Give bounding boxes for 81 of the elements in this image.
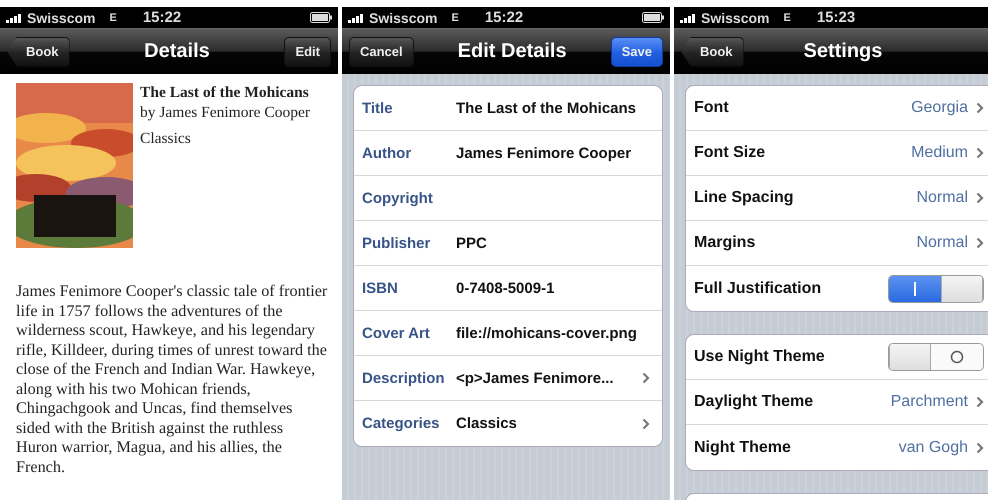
- screen-title: Details: [144, 40, 210, 63]
- field-value: PPC: [456, 234, 487, 252]
- setting-value: Normal: [916, 234, 968, 252]
- setting-label: Use Night Theme: [694, 348, 825, 366]
- chevron-icon: [976, 192, 984, 204]
- field-value: James Fenimore Cooper: [456, 144, 632, 162]
- form-row[interactable]: Categories Classics: [354, 401, 662, 446]
- carrier-name: Swisscom: [369, 10, 438, 26]
- setting-label: Daylight Theme: [694, 393, 814, 411]
- chevron-icon: [976, 442, 984, 454]
- setting-label: Night Theme: [694, 438, 791, 456]
- cancel-button[interactable]: Cancel: [349, 36, 414, 66]
- back-button[interactable]: Book: [7, 36, 70, 66]
- signal-icon: [6, 12, 23, 22]
- setting-value: van Gogh: [898, 438, 968, 456]
- field-label: Description: [362, 370, 446, 386]
- back-button[interactable]: Book: [681, 36, 744, 66]
- carrier-name: Swisscom: [701, 10, 770, 26]
- settings-row[interactable]: Margins Normal: [686, 221, 988, 266]
- field-value: file://mohicans-cover.png: [456, 324, 637, 342]
- form-row[interactable]: Description <p>James Fenimore...: [354, 356, 662, 401]
- settings-row[interactable]: Line Spacing Normal: [686, 176, 988, 221]
- book-title: The Last of the Mohicans: [140, 84, 310, 102]
- field-label: Title: [362, 100, 394, 116]
- chevron-icon: [976, 396, 984, 408]
- setting-label: Full Justification: [694, 280, 822, 298]
- field-label: Author: [362, 144, 412, 162]
- setting-label: Line Spacing: [694, 189, 794, 207]
- battery-icon: [642, 12, 664, 23]
- book-author: by James Fenimore Cooper: [140, 104, 310, 122]
- carrier-name: Swisscom: [27, 10, 96, 26]
- settings-row[interactable]: Full Justification: [686, 266, 988, 311]
- settings-row[interactable]: Font Size Medium: [686, 131, 988, 176]
- form-row[interactable]: Publisher PPC: [354, 221, 662, 266]
- network-type: E: [451, 12, 459, 24]
- edit-button[interactable]: Edit: [284, 36, 331, 66]
- settings-row[interactable]: Night Theme van Gogh: [686, 425, 988, 470]
- setting-label: Font: [694, 99, 729, 117]
- settings-row[interactable]: Use Night Theme: [686, 335, 988, 380]
- form-row[interactable]: ISBN 0-7408-5009-1: [354, 266, 662, 311]
- toggle-switch[interactable]: [888, 343, 984, 371]
- field-value: Classics: [456, 415, 517, 432]
- form-row[interactable]: Title The Last of the Mohicans: [354, 86, 662, 131]
- setting-value: Georgia: [911, 99, 968, 117]
- status-time: 15:23: [816, 9, 856, 26]
- setting-label: Margins: [694, 234, 756, 252]
- signal-icon: [680, 12, 697, 22]
- battery-icon: [310, 12, 332, 23]
- network-type: E: [783, 12, 791, 24]
- screen-title: Edit Details: [458, 40, 567, 63]
- setting-value: Parchment: [890, 393, 968, 411]
- form-row[interactable]: Copyright: [354, 176, 662, 221]
- field-value: The Last of the Mohicans: [456, 100, 636, 116]
- status-time: 15:22: [484, 9, 524, 26]
- book-description: James Fenimore Cooper's classic tale of frontier life in 1757 follows the adventures of the wilderness scout, Hawkeye, and his legendary rifle, Killdeer, during times of unrest toward the close of the French and Indian War. Hawkeye, along with his two Mohican friends, Chingachgook and Uncas, find themselves sided with the British against the ruthless Huron warrior, Magua, and his allies, the French.: [16, 282, 328, 477]
- book-category: Classics: [140, 130, 192, 148]
- setting-value: Medium: [911, 144, 968, 162]
- field-label: ISBN: [362, 280, 399, 296]
- field-value: <p>James Fenimore...: [456, 370, 614, 386]
- field-label: Categories: [362, 415, 441, 432]
- form-row[interactable]: Cover Art file://mohicans-cover.png: [354, 311, 662, 356]
- field-label: Copyright: [362, 190, 434, 206]
- status-time: 15:22: [142, 9, 182, 26]
- chevron-icon: [976, 237, 984, 249]
- chevron-icon: [976, 147, 984, 159]
- field-value: 0-7408-5009-1: [456, 280, 554, 296]
- chevron-icon: [976, 102, 984, 114]
- setting-label: Font Size: [694, 144, 766, 162]
- network-type: E: [109, 12, 117, 24]
- save-button[interactable]: Save: [610, 36, 663, 66]
- field-label: Publisher: [362, 234, 432, 252]
- signal-icon: [348, 12, 365, 22]
- settings-row[interactable]: Daylight Theme Parchment: [686, 380, 988, 425]
- toggle-switch[interactable]: [888, 274, 984, 302]
- setting-value: Normal: [916, 189, 968, 207]
- settings-row[interactable]: Font Georgia: [686, 86, 988, 131]
- screen-title: Settings: [804, 40, 882, 63]
- form-row[interactable]: Author James Fenimore Cooper: [354, 131, 662, 176]
- field-label: Cover Art: [362, 324, 431, 342]
- off-circle-icon: [950, 350, 964, 364]
- on-mark-icon: [913, 282, 917, 296]
